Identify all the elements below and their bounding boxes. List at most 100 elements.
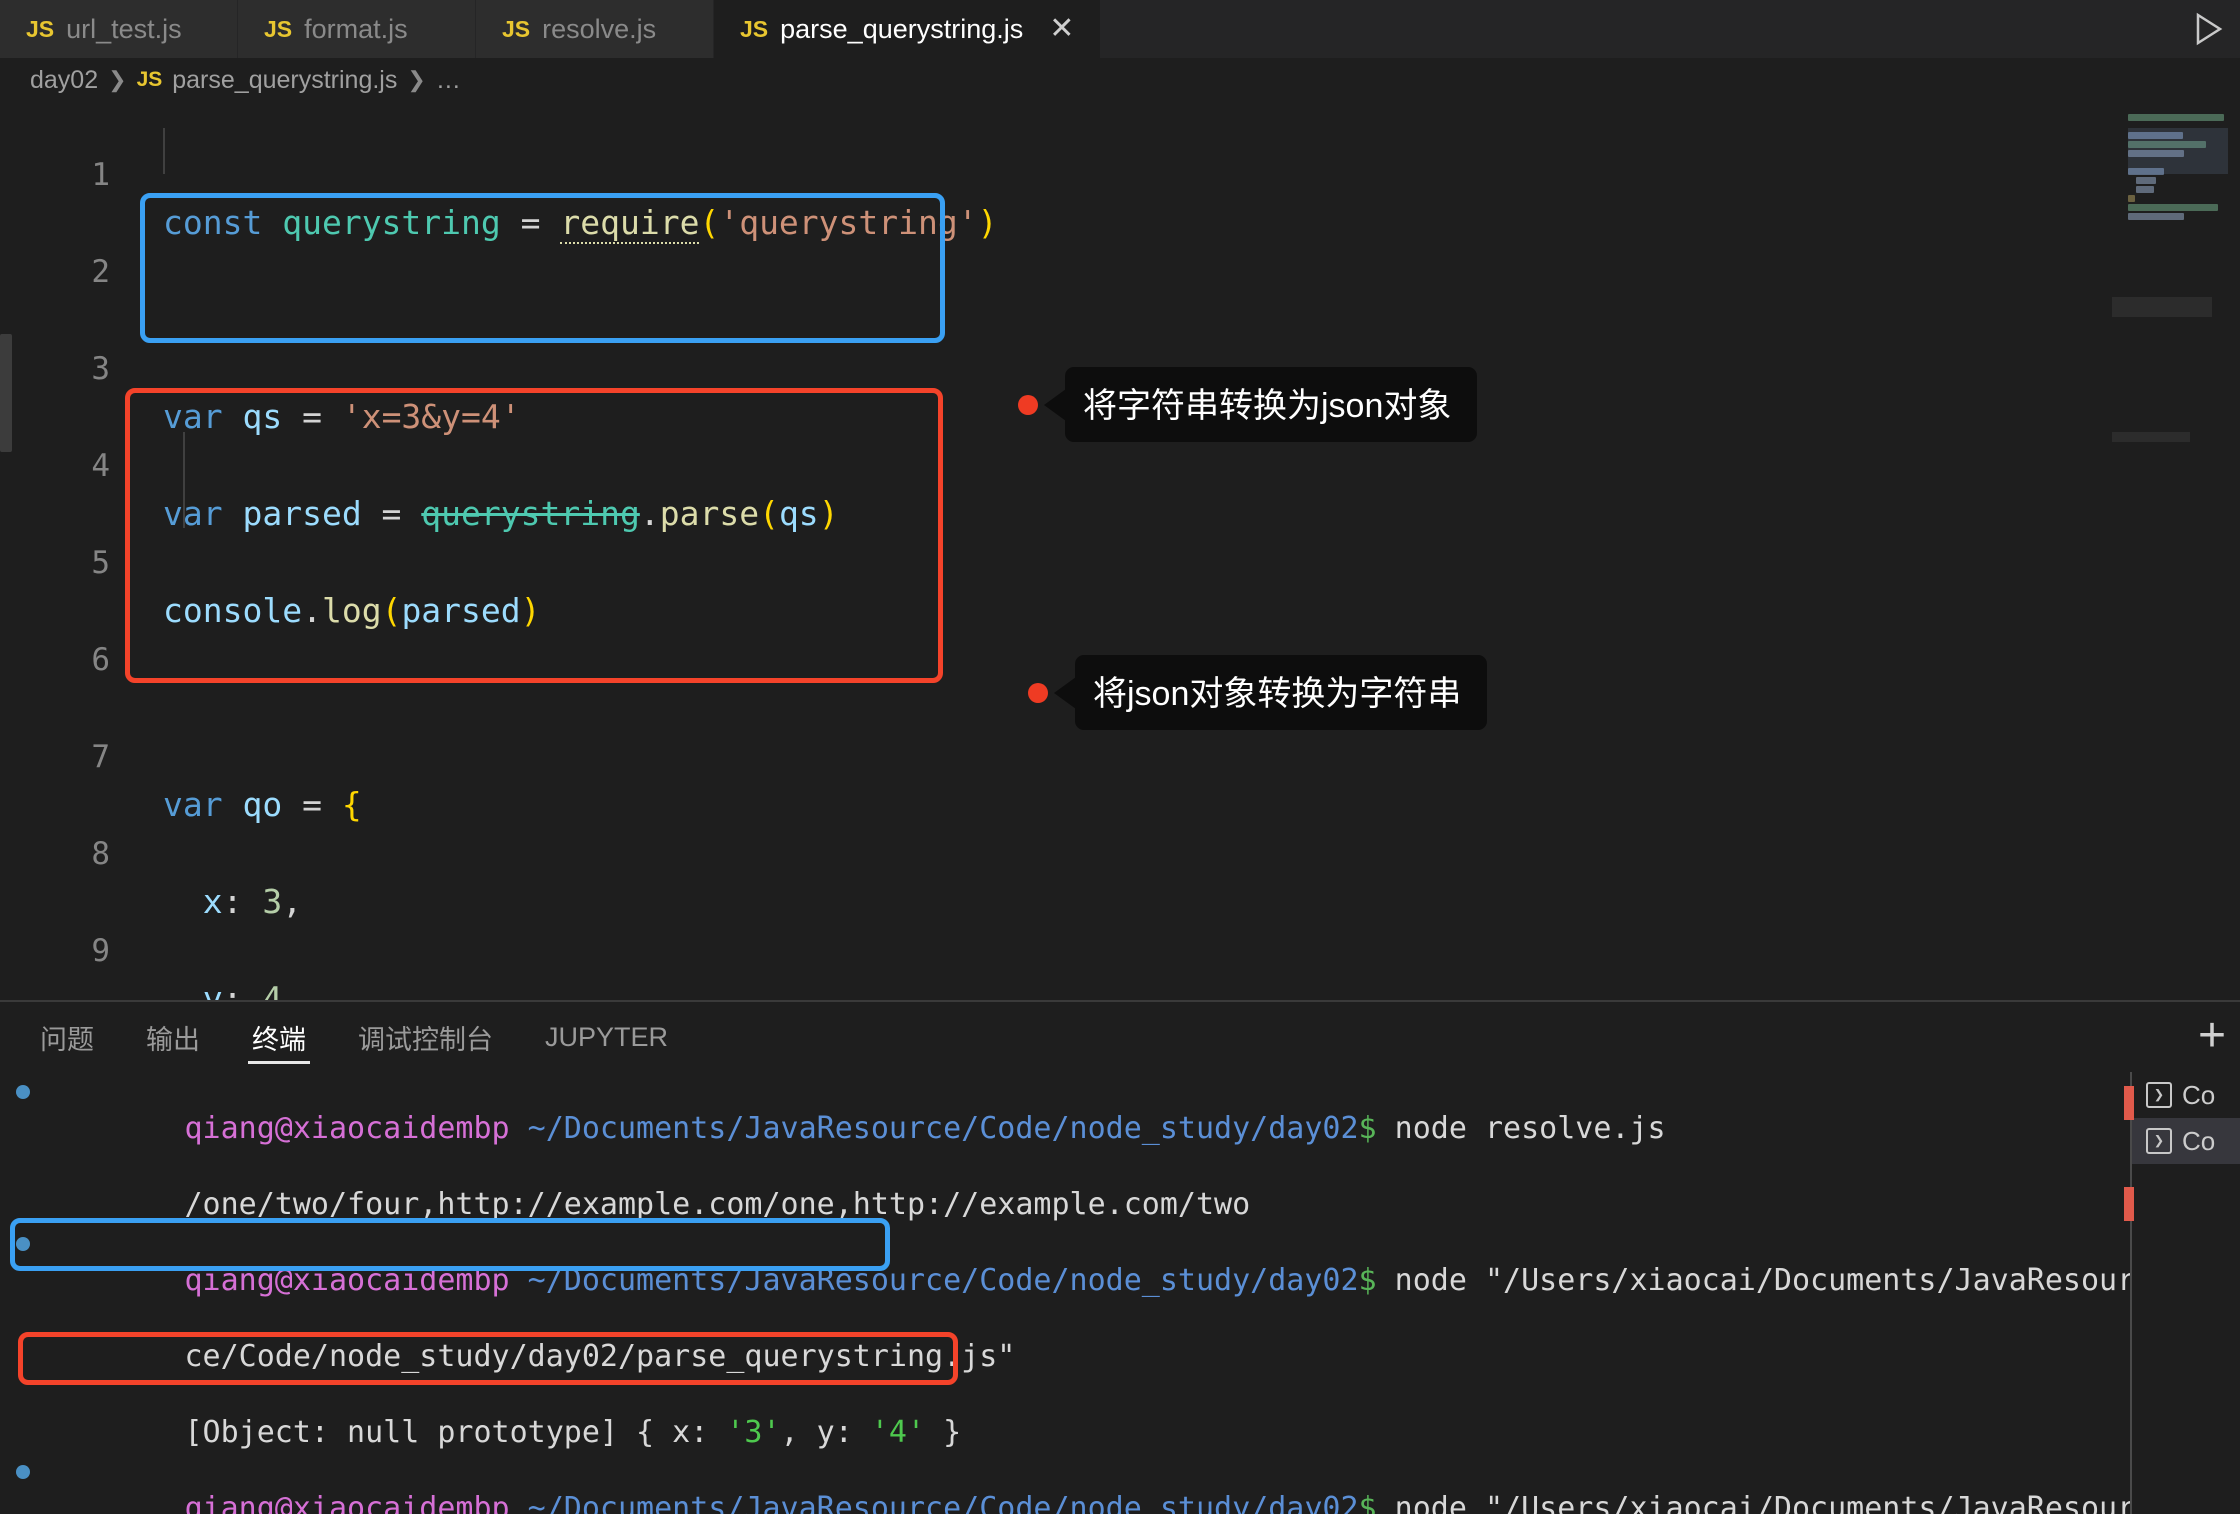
prompt-path: ~/Documents/JavaResource/Code/node_study… bbox=[528, 1111, 1359, 1146]
prompt-user: qiang@xiaocaidembp bbox=[185, 1111, 510, 1146]
command-status-icon bbox=[16, 1237, 30, 1251]
callout-dot-icon bbox=[1018, 395, 1038, 415]
callout-tail-icon bbox=[1044, 389, 1066, 421]
token-var: var bbox=[163, 494, 223, 533]
prompt-user: qiang@xiaocaidembp bbox=[185, 1263, 510, 1298]
token-require: require bbox=[560, 203, 699, 244]
line-number: 6 bbox=[0, 636, 110, 685]
token-equals: = bbox=[362, 494, 422, 533]
tab-problems[interactable]: 问题 bbox=[36, 1002, 98, 1072]
terminal-output[interactable]: qiang@xiaocaidembp ~/Documents/JavaResou… bbox=[0, 1072, 2240, 1514]
token-rparen: ) bbox=[978, 203, 998, 242]
token-qs-value: 'x=3&y=4' bbox=[342, 397, 521, 436]
tab-terminal[interactable]: 终端 bbox=[248, 1002, 310, 1072]
code-line[interactable]: 1 const querystring = require('querystri… bbox=[0, 102, 159, 151]
minimap-line bbox=[2128, 114, 2224, 121]
bottom-panel: 问题 输出 终端 调试控制台 JUPYTER + qiang@xiaocaide… bbox=[0, 1000, 2240, 1514]
code-editor[interactable]: 1 const querystring = require('querystri… bbox=[0, 102, 2240, 1000]
object-output-prefix: [Object: null prototype] { x: bbox=[185, 1415, 727, 1450]
token-parse: parse bbox=[660, 494, 759, 533]
tab-output[interactable]: 输出 bbox=[142, 1002, 204, 1072]
tab-debug-console[interactable]: 调试控制台 bbox=[354, 1002, 497, 1072]
new-terminal-button[interactable]: + bbox=[2198, 1012, 2226, 1060]
terminal-list-item[interactable]: ❯ Co bbox=[2132, 1118, 2240, 1164]
terminal-command: node "/Users/xiaocai/Documents/JavaResou… bbox=[1377, 1491, 2136, 1514]
tab-resolve-js[interactable]: JS resolve.js bbox=[476, 0, 714, 58]
tab-label: 问题 bbox=[40, 1018, 94, 1057]
line-text: var qs = 'x=3&y=4' bbox=[163, 393, 521, 442]
token-var: var bbox=[163, 397, 223, 436]
code-line[interactable]: 4 var parsed = querystring.parse(qs) bbox=[0, 393, 159, 442]
code-line[interactable]: 5 console.log(parsed) bbox=[0, 490, 159, 539]
code-line[interactable]: 10 } bbox=[0, 975, 159, 1000]
terminal-prompt-line: qiang@xiaocaidembp ~/Documents/JavaResou… bbox=[0, 1452, 2240, 1490]
indent-guide bbox=[163, 128, 165, 174]
prompt-dollar: $ bbox=[1359, 1491, 1377, 1514]
token-colon: : bbox=[223, 882, 263, 921]
code-line[interactable]: 9 y: 4 bbox=[0, 878, 159, 927]
token-parsed-arg: parsed bbox=[401, 591, 520, 630]
tab-parse_querystring-js[interactable]: JS parse_querystring.js ✕ bbox=[714, 0, 1101, 58]
terminal-output-line: /one/two/four,http://example.com/one,htt… bbox=[0, 1148, 2240, 1186]
minimap-block bbox=[2112, 432, 2190, 442]
token-parsed: parsed bbox=[223, 494, 362, 533]
token-dot: . bbox=[640, 494, 660, 533]
run-button[interactable] bbox=[2186, 8, 2230, 50]
breadcrumb-ellipsis[interactable]: … bbox=[436, 66, 461, 95]
tab-bar-spacer bbox=[1101, 0, 2240, 58]
terminal-output-line: ce/Code/node_study/day02/parse_querystri… bbox=[0, 1300, 2240, 1338]
object-output-y-value: '4' bbox=[871, 1415, 925, 1450]
tab-format-js[interactable]: JS format.js bbox=[238, 0, 476, 58]
line-number: 5 bbox=[0, 539, 110, 588]
terminal-command: node resolve.js bbox=[1377, 1111, 1666, 1146]
object-output-separator: , y: bbox=[781, 1415, 871, 1450]
token-dot: . bbox=[302, 591, 322, 630]
token-const: const bbox=[163, 203, 262, 242]
callout-tail-icon bbox=[1054, 677, 1076, 709]
line-number: 4 bbox=[0, 442, 110, 491]
token-qo: qo bbox=[223, 785, 283, 824]
token-querystring-ref: querystring bbox=[421, 494, 640, 533]
breadcrumb-folder[interactable]: day02 bbox=[30, 66, 98, 95]
code-line[interactable]: 7 var qo = { bbox=[0, 684, 159, 733]
terminal-list-item[interactable]: ❯ Co bbox=[2132, 1072, 2240, 1118]
line-text: x: 3, bbox=[163, 878, 302, 927]
terminal-command: node "/Users/xiaocai/Documents/JavaResou… bbox=[1377, 1263, 2136, 1298]
command-status-icon bbox=[16, 1465, 30, 1479]
token-rparen: ) bbox=[819, 494, 839, 533]
tab-jupyter[interactable]: JUPYTER bbox=[541, 1002, 672, 1072]
token-querystring bbox=[262, 203, 282, 242]
chevron-right-icon: ❯ bbox=[407, 67, 425, 93]
code-line[interactable]: 3 var qs = 'x=3&y=4' bbox=[0, 296, 159, 345]
terminal-instance-list[interactable]: ❯ Co ❯ Co bbox=[2130, 1072, 2240, 1514]
code-line[interactable]: 8 x: 3, bbox=[0, 781, 159, 830]
line-text: var parsed = querystring.parse(qs) bbox=[163, 490, 839, 539]
line-number: 7 bbox=[0, 733, 110, 782]
play-triangle-icon bbox=[2193, 12, 2223, 46]
minimap-line bbox=[2128, 213, 2184, 220]
callout-dot-icon bbox=[1028, 683, 1048, 703]
terminal-list-item-label: Co bbox=[2182, 1080, 2215, 1111]
token-three: 3 bbox=[262, 882, 282, 921]
callout-text: 将json对象转换为字符串 bbox=[1075, 655, 1487, 730]
token-log: log bbox=[322, 591, 382, 630]
token-x-key: x bbox=[163, 882, 223, 921]
code-line[interactable]: 2 bbox=[0, 199, 159, 248]
breadcrumb-file[interactable]: parse_querystring.js bbox=[172, 66, 397, 95]
code-content[interactable]: 1 const querystring = require('querystri… bbox=[0, 102, 159, 733]
minimap[interactable] bbox=[2112, 102, 2240, 1000]
token-four: 4 bbox=[262, 979, 282, 1000]
minimap-line bbox=[2136, 186, 2154, 193]
tab-url_test-js[interactable]: JS url_test.js bbox=[0, 0, 238, 58]
tab-label: parse_querystring.js bbox=[780, 14, 1023, 45]
close-icon[interactable]: ✕ bbox=[1049, 14, 1074, 44]
code-line[interactable]: 6 bbox=[0, 587, 159, 636]
overview-ruler-mark bbox=[2124, 1187, 2134, 1221]
token-comma: , bbox=[282, 882, 302, 921]
line-text: var qo = { bbox=[163, 781, 362, 830]
token-equals: = bbox=[501, 203, 561, 242]
terminal-prompt-line: qiang@xiaocaidembp ~/Documents/JavaResou… bbox=[0, 1072, 2240, 1110]
prompt-dollar: $ bbox=[1359, 1263, 1377, 1298]
callout-text: 将字符串转换为json对象 bbox=[1065, 367, 1477, 442]
breadcrumb[interactable]: day02 ❯ JS parse_querystring.js ❯ … bbox=[0, 58, 2240, 102]
